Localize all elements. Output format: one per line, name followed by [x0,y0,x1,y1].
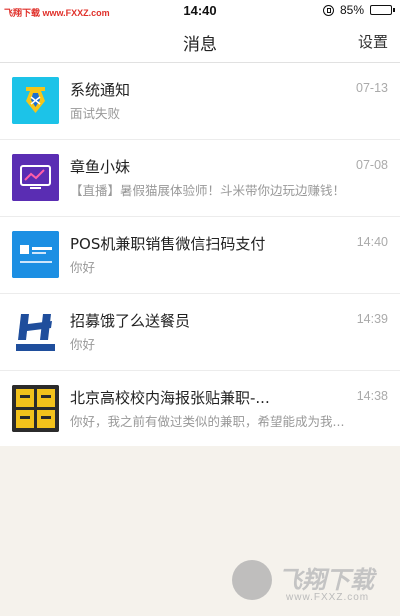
laifei-tech-logo [12,385,59,432]
message-list: 系统通知 面试失败 07-13 章鱼小妹 【直播】暑假猫展体验师！斗米带你边玩边… [0,63,400,446]
message-time: 14:40 [356,235,388,249]
rotation-lock-icon [322,4,334,16]
battery-percent: 85% [339,3,364,17]
watermark-brand: 飞翔下载 [278,566,374,594]
message-preview: 你好，我之前有做过类似的兼职，希望能成为我... [70,414,345,429]
watermark-url: www.FXXZ.com [286,592,370,603]
message-title: 系统通知 [70,81,131,99]
message-time: 07-13 [356,81,388,95]
octopus-tv-icon [12,154,59,201]
nav-bar: 消息 设置 [0,24,400,63]
message-time: 14:38 [356,389,388,403]
messages-screen: 飞翔下载 www.FXXZ.com 14:40 85% 消息 设置 系统通知 面… [0,0,400,616]
page-title: 消息 [183,35,217,55]
settings-button[interactable]: 设置 [358,31,388,52]
message-preview: 【直播】暑假猫展体验师！斗米带你边玩边赚钱！ [70,183,346,198]
system-notice-icon [12,77,59,124]
watermark-circle-icon [232,560,272,600]
message-preview: 你好 [70,260,96,275]
message-item[interactable]: 北京高校校内海报张贴兼职-... 你好，我之前有做过类似的兼职，希望能成为我..… [0,371,400,447]
message-title: 招募饿了么送餐员 [70,312,191,330]
message-item[interactable]: 招募饿了么送餐员 你好 14:39 [0,294,400,371]
message-item[interactable]: POS机兼职销售微信扫码支付 你好 14:40 [0,217,400,294]
message-title: 章鱼小妹 [70,158,131,176]
battery-icon [370,5,395,15]
site-watermark-logo: 飞翔下载 www.FXXZ.com [232,560,392,608]
lianhai-company-logo [12,308,59,355]
message-title: POS机兼职销售微信扫码支付 [70,235,266,253]
message-time: 14:39 [356,312,388,326]
message-preview: 面试失败 [70,106,121,121]
message-preview: 你好 [70,337,96,352]
status-bar: 飞翔下载 www.FXXZ.com 14:40 85% [0,0,400,24]
pos-company-logo [12,231,59,278]
message-item[interactable]: 章鱼小妹 【直播】暑假猫展体验师！斗米带你边玩边赚钱！ 07-08 [0,140,400,217]
message-item[interactable]: 系统通知 面试失败 07-13 [0,63,400,140]
message-title: 北京高校校内海报张贴兼职-... [70,389,270,407]
status-indicators: 85% [322,3,395,17]
message-time: 07-08 [356,158,388,172]
